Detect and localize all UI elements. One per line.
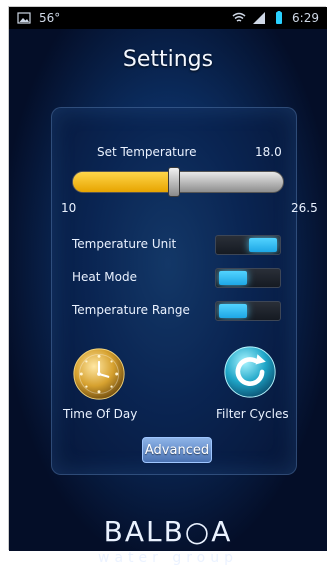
app-screen: Settings Set Temperature 18.0 10 26.5 Te…	[9, 29, 327, 566]
screen-title: Settings	[122, 47, 214, 72]
set-temperature-label: Set Temperature	[97, 145, 197, 159]
battery-icon	[272, 11, 286, 25]
set-temperature-value: 18.0	[255, 145, 282, 159]
time-of-day-label: Time Of Day	[63, 407, 138, 421]
image-icon	[17, 11, 31, 25]
clock-icon[interactable]	[72, 347, 126, 401]
setting-label-heat-mode: Heat Mode	[72, 270, 137, 284]
phone-frame: 56° 6:29 Settings Set Temperature 18.0 1…	[8, 6, 327, 566]
slider-max-label: 26.5	[291, 201, 318, 215]
toggle-heat-mode[interactable]	[215, 268, 281, 288]
setting-label-temperature-unit: Temperature Unit	[72, 237, 177, 251]
status-right: 6:29	[232, 11, 319, 25]
signal-icon	[252, 11, 266, 25]
wifi-icon	[232, 11, 246, 25]
status-left-text: 56°	[39, 11, 61, 25]
setting-label-temperature-range: Temperature Range	[72, 303, 190, 317]
toggle-temperature-unit[interactable]	[215, 235, 281, 255]
status-bar: 56° 6:29	[9, 7, 327, 29]
toggle-knob-temperature-unit	[249, 238, 277, 252]
filter-cycles-label: Filter Cycles	[216, 407, 289, 421]
slider-min-label: 10	[61, 201, 77, 215]
advanced-button[interactable]: Advanced	[142, 437, 212, 463]
brand-name: BALB○A	[103, 515, 233, 548]
toggle-temperature-range[interactable]	[215, 301, 281, 321]
toggle-knob-heat-mode	[219, 271, 247, 285]
temperature-slider-thumb[interactable]	[168, 167, 180, 197]
brand-subtitle: water group	[98, 550, 238, 566]
refresh-icon[interactable]	[223, 345, 277, 399]
balboa-logo: BALB○A water group	[9, 515, 327, 566]
status-time: 6:29	[292, 11, 319, 25]
temperature-slider-fill	[73, 172, 175, 192]
toggle-knob-temperature-range	[219, 304, 247, 318]
status-left: 56°	[17, 11, 60, 25]
